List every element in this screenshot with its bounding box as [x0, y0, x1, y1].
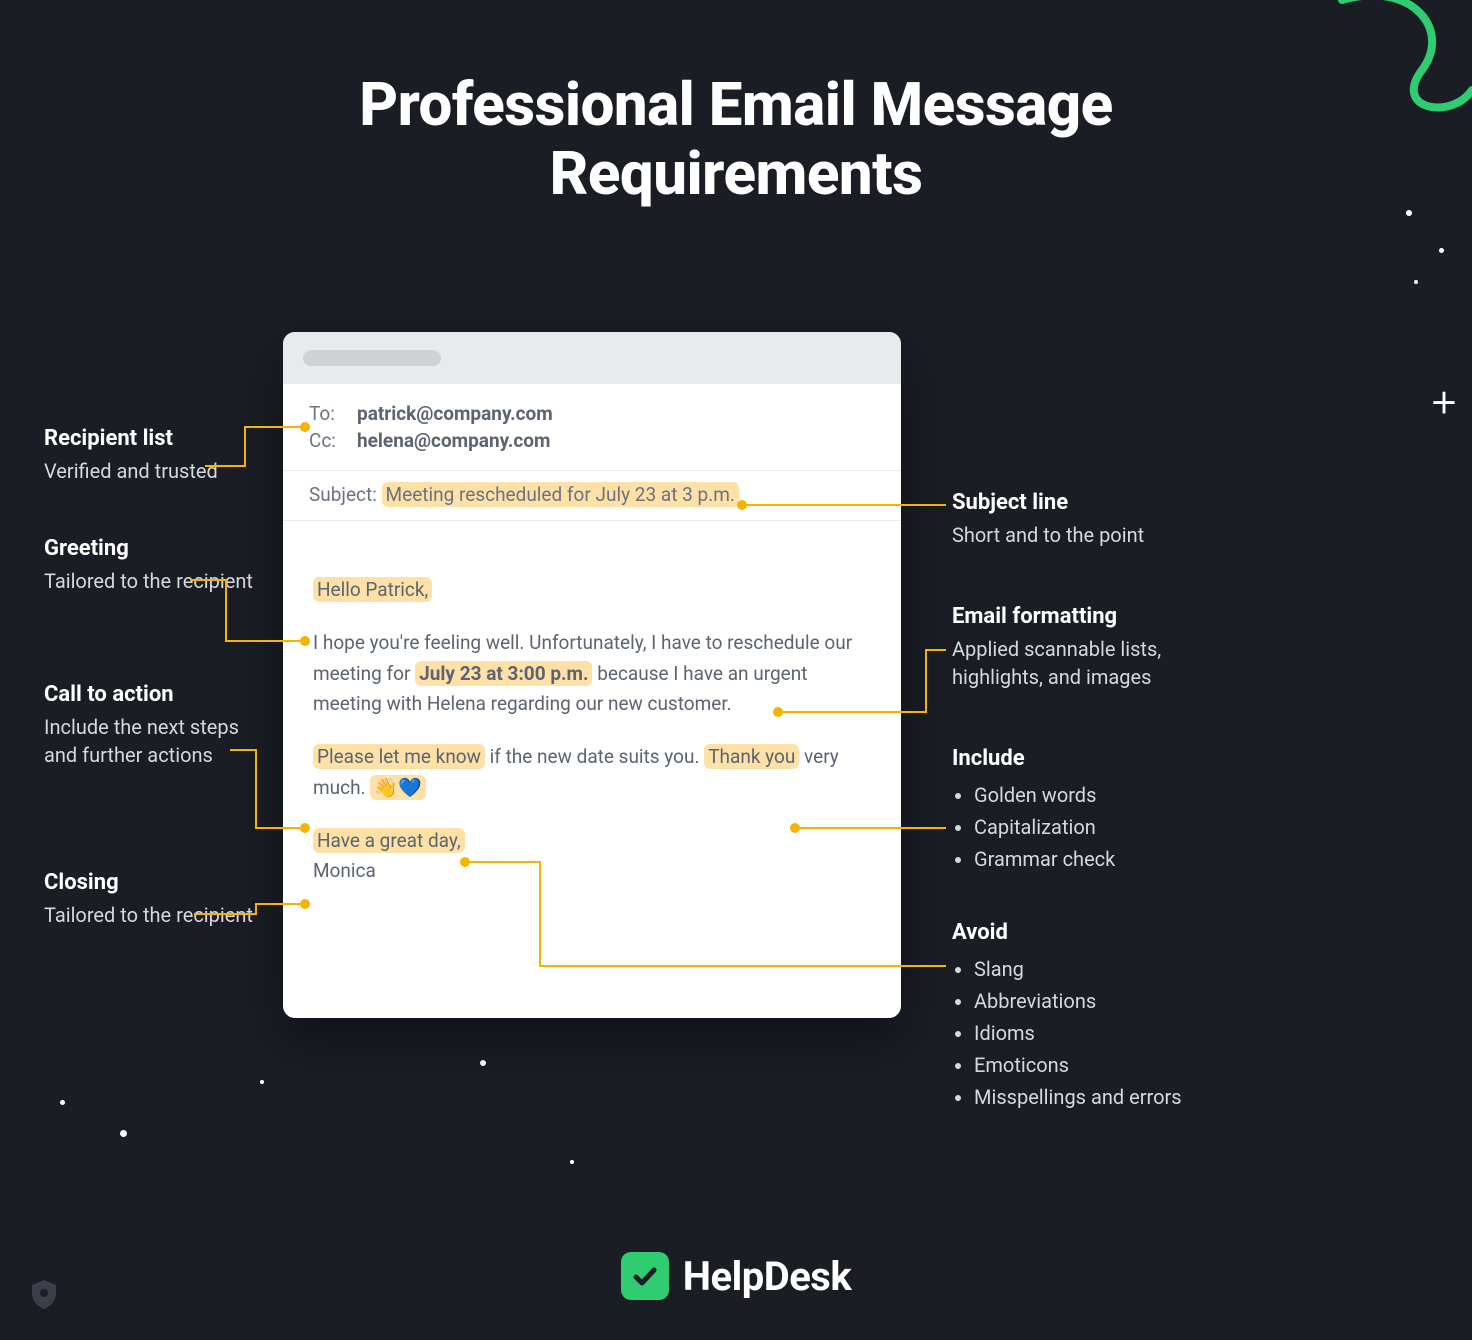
- subject-value: Meeting rescheduled for July 23 at 3 p.m…: [382, 482, 739, 507]
- subject-row: Subject: Meeting rescheduled for July 23…: [283, 471, 901, 520]
- dot-closing: [300, 899, 310, 909]
- ann-recipient-list: Recipient list Verified and trusted: [44, 426, 264, 485]
- dot-include: [790, 823, 800, 833]
- emoji-block: 👋💙: [370, 775, 425, 800]
- shield-icon: [30, 1278, 58, 1310]
- dot-recipient: [300, 422, 310, 432]
- brand-footer: HelpDesk: [0, 1252, 1472, 1300]
- closing-paragraph: Have a great day, Monica: [313, 826, 871, 888]
- ann-subject-line: Subject line Short and to the point: [952, 490, 1212, 549]
- signature-name: Monica: [313, 859, 376, 882]
- dot-cta: [300, 823, 310, 833]
- ann-closing: Closing Tailored to the recipient: [44, 870, 264, 929]
- avoid-list: Slang Abbreviations Idioms Emoticons Mis…: [952, 953, 1232, 1113]
- ann-greeting: Greeting Tailored to the recipient: [44, 536, 264, 595]
- to-value: patrick@company.com: [357, 402, 553, 425]
- helpdesk-logo-icon: [621, 1252, 669, 1300]
- cc-value: helena@company.com: [357, 429, 550, 452]
- email-body: Hello Patrick, I hope you're feeling wel…: [283, 521, 901, 907]
- ann-email-formatting: Email formatting Applied scannable lists…: [952, 604, 1212, 691]
- dot-formatting: [773, 707, 783, 717]
- thank-you-phrase: Thank you: [704, 744, 799, 769]
- include-list: Golden words Capitalization Grammar chec…: [952, 779, 1212, 875]
- subject-label: Subject:: [309, 483, 377, 506]
- ann-call-to-action: Call to action Include the next steps an…: [44, 682, 274, 769]
- cta-paragraph: Please let me know if the new date suits…: [313, 742, 871, 804]
- card-header-bar: [283, 332, 901, 384]
- recipients-block: To: patrick@company.com Cc: helena@compa…: [283, 384, 901, 470]
- reschedule-datetime: July 23 at 3:00 p.m.: [415, 661, 592, 686]
- to-label: To:: [309, 402, 345, 425]
- dot-greeting: [300, 636, 310, 646]
- brand-name: HelpDesk: [683, 1253, 851, 1300]
- dot-subject: [737, 500, 747, 510]
- closing-phrase: Have a great day,: [313, 828, 465, 853]
- ann-include: Include Golden words Capitalization Gram…: [952, 746, 1212, 875]
- main-paragraph: I hope you're feeling well. Unfortunatel…: [313, 628, 871, 720]
- email-composer-card: To: patrick@company.com Cc: helena@compa…: [283, 332, 901, 1018]
- greeting-text: Hello Patrick,: [313, 577, 432, 602]
- dot-avoid: [460, 857, 470, 867]
- cc-label: Cc:: [309, 429, 345, 452]
- header-placeholder-pill: [303, 350, 441, 366]
- cta-phrase: Please let me know: [313, 744, 485, 769]
- ann-avoid: Avoid Slang Abbreviations Idioms Emotico…: [952, 920, 1232, 1113]
